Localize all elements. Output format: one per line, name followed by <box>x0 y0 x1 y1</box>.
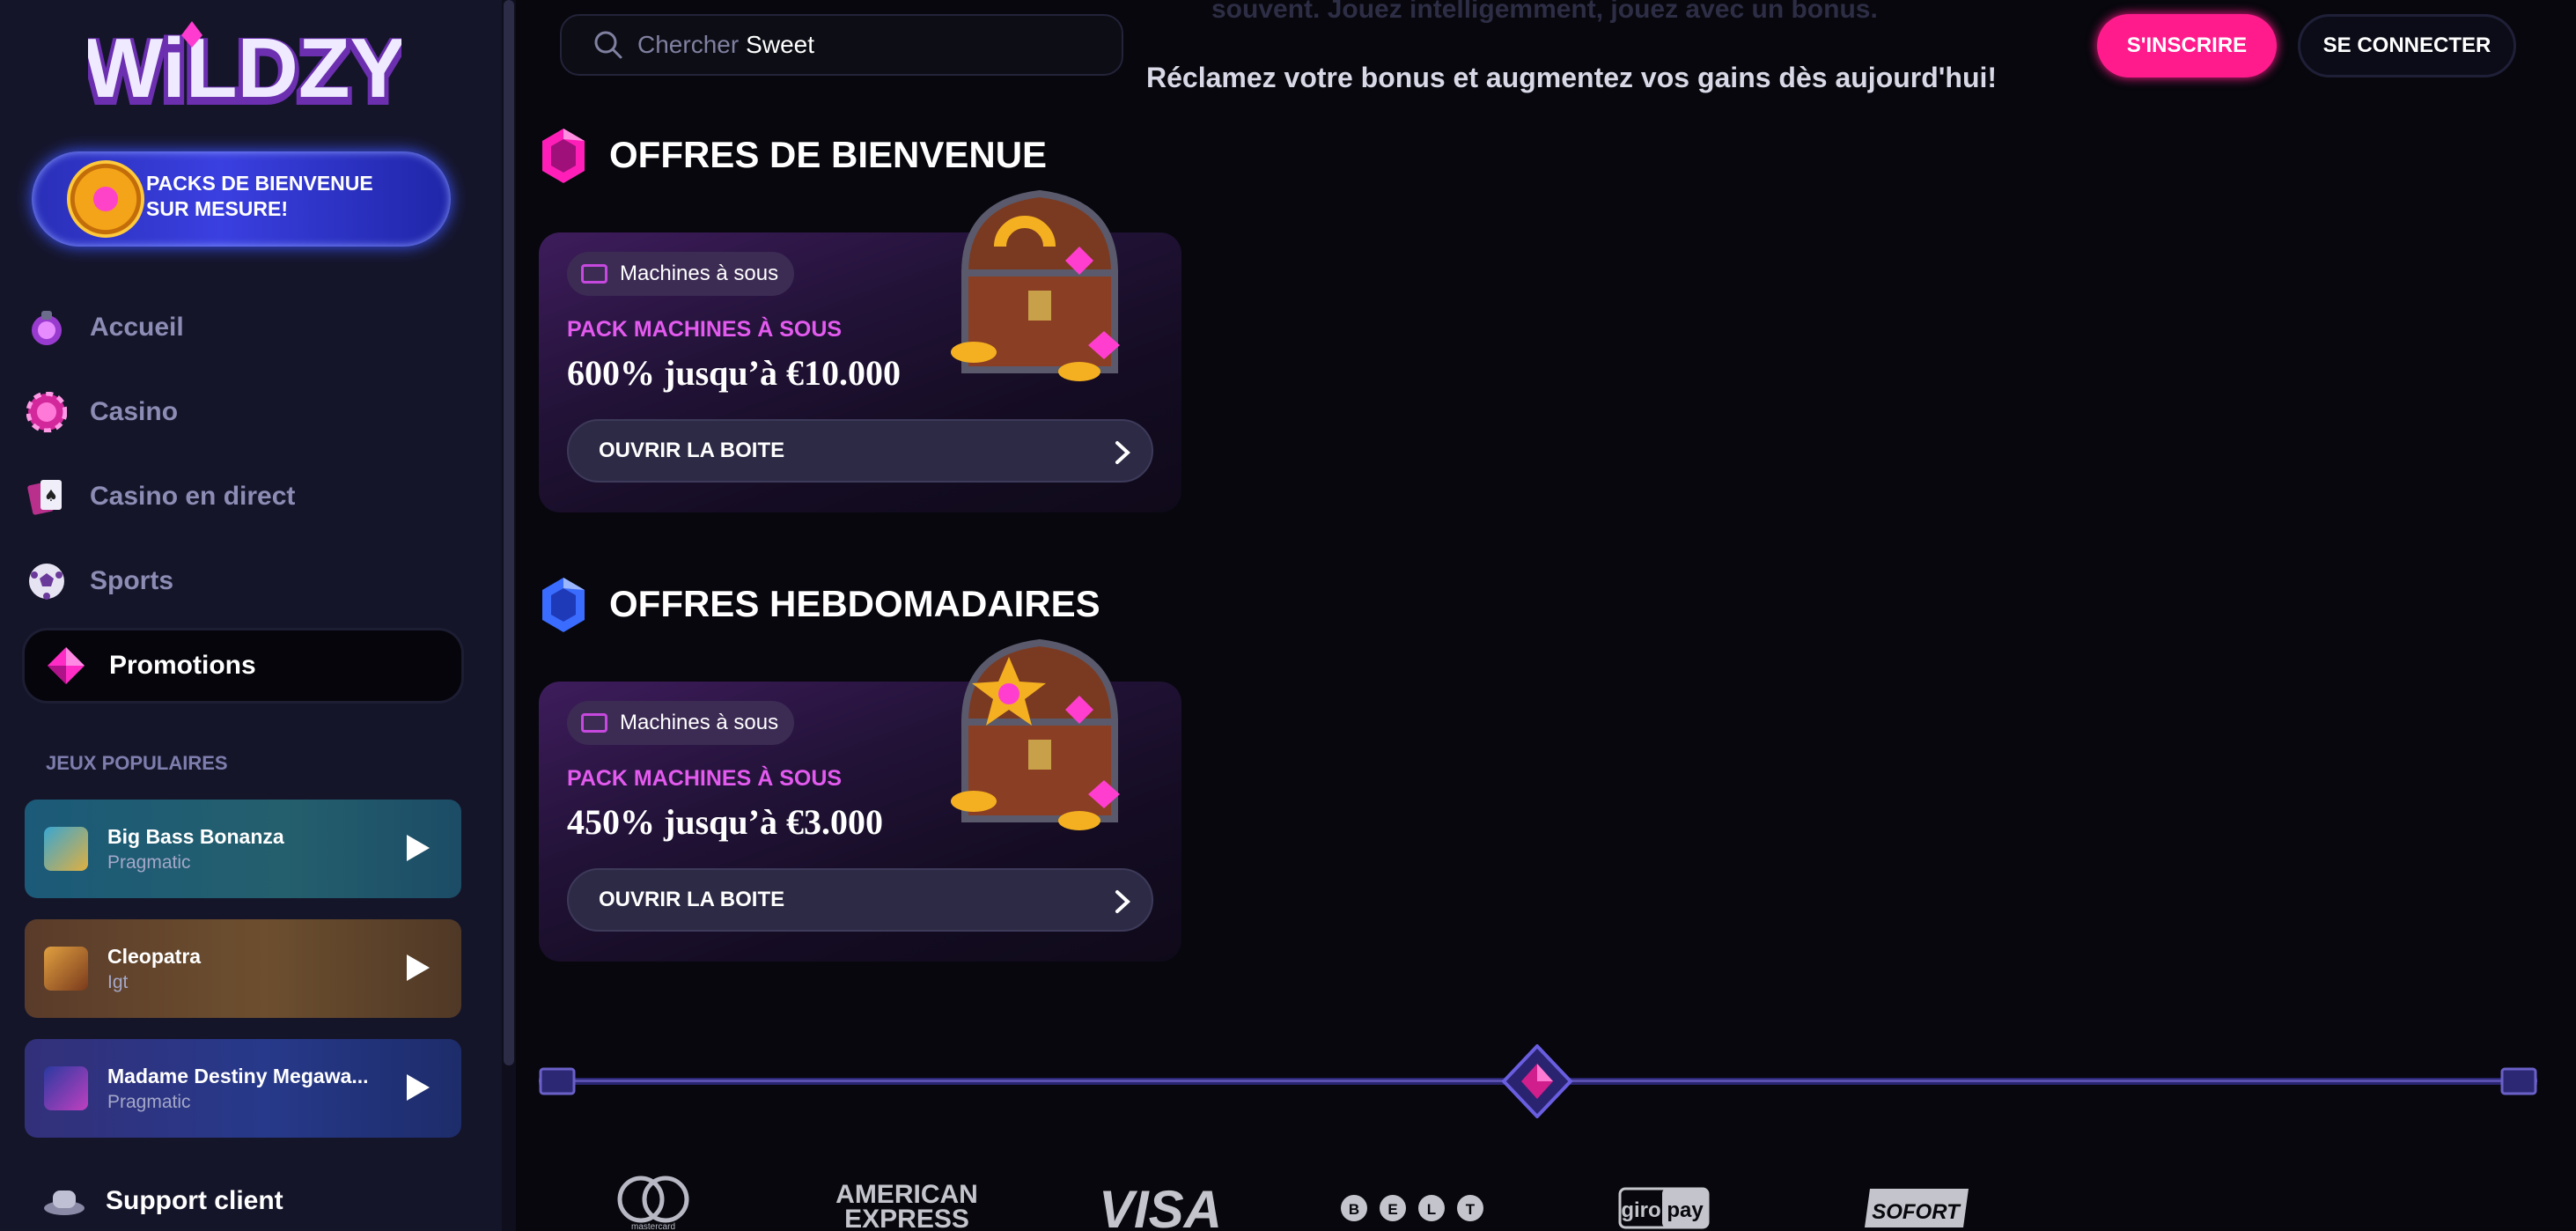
nav-label: Casino <box>90 397 179 426</box>
purple-potion-icon <box>25 306 69 350</box>
search-placeholder: Chercher <box>637 31 740 58</box>
game-thumbnail <box>44 947 88 991</box>
bonus-subtitle: Réclamez votre bonus et augmentez vos ga… <box>1146 62 1998 93</box>
nav-item-sports[interactable]: Sports <box>25 546 461 616</box>
blue-gem-icon <box>542 578 585 632</box>
welcome-packs-banner[interactable]: PACKS DE BIENVENUE SUR MESURE! <box>32 151 451 247</box>
sofort-logo: SOFORT <box>1865 1189 1969 1227</box>
offer-amount: 450% jusqu’à €3.000 <box>567 802 883 842</box>
banner-label: PACKS DE BIENVENUE SUR MESURE! <box>146 172 373 220</box>
giropay-logo: giro pay <box>1618 1187 1710 1229</box>
bitcoin-icon: B <box>1349 1201 1359 1218</box>
game-tile-big-bass-bonanza[interactable]: Big Bass Bonanza Pragmatic <box>25 800 461 898</box>
nav-item-live-casino[interactable]: ♠ Casino en direct <box>25 461 461 532</box>
open-box-button[interactable]: OUVRIR LA BOITE <box>567 868 1153 932</box>
nav-item-accueil[interactable]: Accueil <box>25 292 461 363</box>
litecoin-icon: L <box>1427 1201 1436 1218</box>
game-provider: Pragmatic <box>107 851 191 873</box>
section-title-welcome: OFFRES DE BIENVENUE <box>609 134 1048 175</box>
intro-text-faded: souvent. Jouez intelligemment, jouez ave… <box>1211 0 1878 24</box>
divider-end-right-icon <box>2500 1067 2537 1095</box>
casino-chip-icon <box>25 390 69 434</box>
search-box[interactable]: Chercher Sweet <box>560 14 1123 76</box>
game-title: Madame Destiny Megawa... <box>107 1064 369 1087</box>
crypto-logos: B E L T <box>1341 1195 1483 1221</box>
category-tag: Machines à sous <box>567 701 795 745</box>
offer-kind: PACK MACHINES À SOUS <box>567 317 843 342</box>
treasure-chest-star-icon <box>951 638 1120 830</box>
open-box-label: OUVRIR LA BOITE <box>599 439 785 462</box>
offer-amount: 600% jusqu’à €10.000 <box>567 353 901 393</box>
svg-text:pay: pay <box>1667 1198 1704 1222</box>
search-icon <box>594 31 622 59</box>
support-label: Support client <box>106 1186 283 1215</box>
nav-label: Sports <box>90 566 174 595</box>
ethereum-icon: E <box>1387 1201 1397 1218</box>
popular-games-heading: JEUX POPULAIRES <box>46 752 228 774</box>
open-box-button[interactable]: OUVRIR LA BOITE <box>567 419 1153 483</box>
pink-gem-icon <box>542 129 585 183</box>
section-title-weekly: OFFRES HEBDOMADAIRES <box>609 583 1100 624</box>
register-button[interactable]: S'INSCRIRE <box>2097 14 2277 77</box>
play-icon[interactable] <box>405 1073 431 1102</box>
game-title: Cleopatra <box>107 944 202 968</box>
game-thumbnail <box>44 827 88 871</box>
slot-machine-icon <box>581 713 607 733</box>
slot-machine-icon <box>581 264 607 284</box>
support-client-link[interactable]: Support client <box>42 1183 283 1219</box>
play-icon[interactable] <box>405 953 431 983</box>
support-hat-icon <box>44 1190 85 1215</box>
chevron-right-icon <box>1115 441 1130 464</box>
svg-text:mastercard: mastercard <box>631 1222 675 1231</box>
chevron-right-icon <box>1115 890 1130 913</box>
svg-text:WiLDZY: WiLDZY <box>88 21 401 115</box>
nav-item-casino[interactable]: Casino <box>25 377 461 447</box>
payment-methods: mastercard AMERICAN EXPRESS VISA B E L T… <box>617 1176 1969 1231</box>
coin-icon <box>67 160 144 238</box>
treasure-chest-horseshoe-icon <box>951 189 1120 381</box>
category-tag: Machines à sous <box>567 252 795 296</box>
divider-gem-icon <box>1502 1044 1572 1118</box>
tether-icon: T <box>1466 1201 1476 1218</box>
amex-logo: AMERICAN EXPRESS <box>835 1180 978 1231</box>
game-provider: Pragmatic <box>107 1091 191 1112</box>
playing-cards-icon: ♠ <box>25 475 69 519</box>
svg-text:giro: giro <box>1621 1198 1660 1222</box>
svg-text:♠: ♠ <box>44 487 58 505</box>
game-tile-madame-destiny[interactable]: Madame Destiny Megawa... Pragmatic <box>25 1039 461 1138</box>
svg-text:SOFORT: SOFORT <box>1872 1200 1961 1224</box>
nav-item-promotions[interactable]: Promotions <box>25 630 461 701</box>
open-box-label: OUVRIR LA BOITE <box>599 888 785 911</box>
page: WiLDZY WiLDZY PACKS DE BIENVENUE SUR MES… <box>0 0 2576 1231</box>
sidebar-scrollbar-thumb[interactable] <box>504 0 514 1065</box>
divider-end-left-icon <box>539 1067 576 1095</box>
pink-diamond-icon <box>44 644 88 688</box>
game-tile-cleopatra[interactable]: Cleopatra Igt <box>25 919 461 1018</box>
nav-label: Promotions <box>109 651 256 680</box>
game-thumbnail <box>44 1066 88 1110</box>
login-button[interactable]: SE CONNECTER <box>2298 14 2516 77</box>
wildzy-logo[interactable]: WiLDZY WiLDZY <box>88 16 401 125</box>
play-icon[interactable] <box>405 833 431 863</box>
soccer-ball-icon <box>25 559 69 603</box>
search-input[interactable]: Sweet <box>746 31 814 59</box>
nav-label: Accueil <box>90 313 184 342</box>
game-title: Big Bass Bonanza <box>107 824 284 848</box>
visa-logo: VISA <box>1099 1180 1222 1231</box>
game-provider: Igt <box>107 971 129 992</box>
nav-label: Casino en direct <box>90 482 296 511</box>
sidebar: WiLDZY WiLDZY PACKS DE BIENVENUE SUR MES… <box>0 0 502 1231</box>
tag-label: Machines à sous <box>620 711 779 734</box>
tag-label: Machines à sous <box>620 262 779 285</box>
svg-text:EXPRESS: EXPRESS <box>844 1205 969 1231</box>
offer-kind: PACK MACHINES À SOUS <box>567 766 843 791</box>
mastercard-logo: mastercard <box>617 1176 689 1231</box>
